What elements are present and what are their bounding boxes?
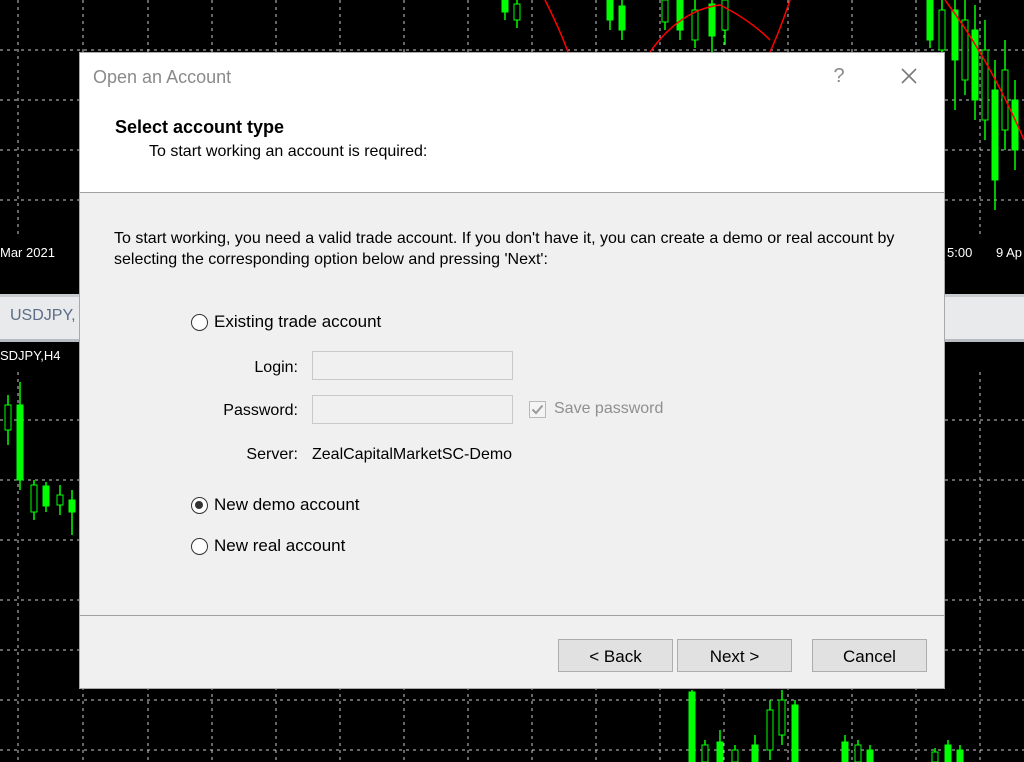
candle-body [841, 741, 849, 762]
chart-symbol-label: SDJPY,H4 [0, 348, 61, 363]
server-label: Server: [246, 446, 298, 463]
question-icon[interactable]: ? [824, 63, 854, 89]
candle-body [56, 494, 64, 506]
login-label: Login: [254, 359, 298, 376]
candle-body [708, 3, 716, 37]
candle-body [42, 485, 50, 507]
candle-body [716, 741, 724, 762]
candle-body [751, 744, 759, 762]
candle-body [661, 0, 669, 23]
login-input[interactable] [312, 351, 513, 380]
chart-date-label-left: Mar 2021 [0, 245, 55, 260]
candle-body [956, 749, 964, 762]
cancel-button[interactable]: Cancel [812, 639, 927, 672]
candle-body [931, 751, 939, 762]
candle-body [938, 9, 946, 51]
candle-body [944, 744, 952, 762]
candle-body [721, 0, 729, 31]
candle-body [854, 744, 862, 762]
candle-body [926, 0, 934, 41]
save-password-option[interactable]: Save password [529, 400, 663, 418]
chart-tab-usdjpy[interactable]: USDJPY, [0, 307, 76, 325]
candle-body [866, 749, 874, 762]
open-account-dialog: Open an Account ? Select account type To… [79, 52, 945, 689]
candle-body [68, 499, 76, 513]
save-password-label: Save password [554, 400, 664, 417]
chart-date-label-right: 9 Ap [996, 245, 1023, 260]
candle-body [618, 5, 626, 31]
intro-text: To start working, you need a valid trade… [114, 230, 895, 268]
candle-body [766, 709, 774, 751]
real-account-label: New real account [214, 536, 346, 555]
next-button[interactable]: Next > [677, 639, 792, 672]
back-button[interactable]: < Back [558, 639, 673, 672]
candle-body [30, 484, 38, 513]
server-value: ZealCapitalMarketSC-Demo [312, 446, 513, 463]
password-label: Password: [223, 402, 298, 419]
close-icon[interactable] [894, 63, 924, 89]
candle-body [16, 404, 24, 481]
candle-body [991, 89, 999, 181]
candle-body [4, 404, 12, 431]
existing-account-option[interactable]: Existing trade account [191, 311, 381, 333]
candle-body [688, 691, 696, 762]
candle-body [513, 3, 521, 21]
candle-body [791, 704, 799, 762]
checkmark-icon [531, 404, 544, 414]
existing-account-radio[interactable] [191, 313, 208, 331]
password-input[interactable] [312, 395, 513, 424]
candle-body [731, 749, 739, 762]
candle-body [691, 9, 699, 41]
footer-divider [80, 615, 944, 616]
dialog-title: Open an Account [93, 67, 232, 87]
demo-account-label: New demo account [214, 495, 360, 514]
candle-body [676, 0, 684, 31]
demo-account-option[interactable]: New demo account [191, 494, 360, 516]
section-subheading: To start working an account is required: [149, 143, 428, 160]
demo-account-radio[interactable] [191, 496, 208, 514]
existing-account-label: Existing trade account [214, 312, 382, 331]
candle-body [501, 0, 509, 13]
candle-body [778, 699, 786, 736]
real-account-option[interactable]: New real account [191, 535, 345, 557]
section-heading: Select account type [115, 117, 285, 137]
dialog-header: Open an Account ? Select account type To… [80, 53, 944, 193]
real-account-radio[interactable] [191, 537, 208, 555]
candle-body [606, 0, 614, 21]
candle-body [701, 744, 709, 762]
save-password-checkbox[interactable] [529, 400, 546, 418]
chart-time-label-right: 5:00 [947, 245, 973, 260]
